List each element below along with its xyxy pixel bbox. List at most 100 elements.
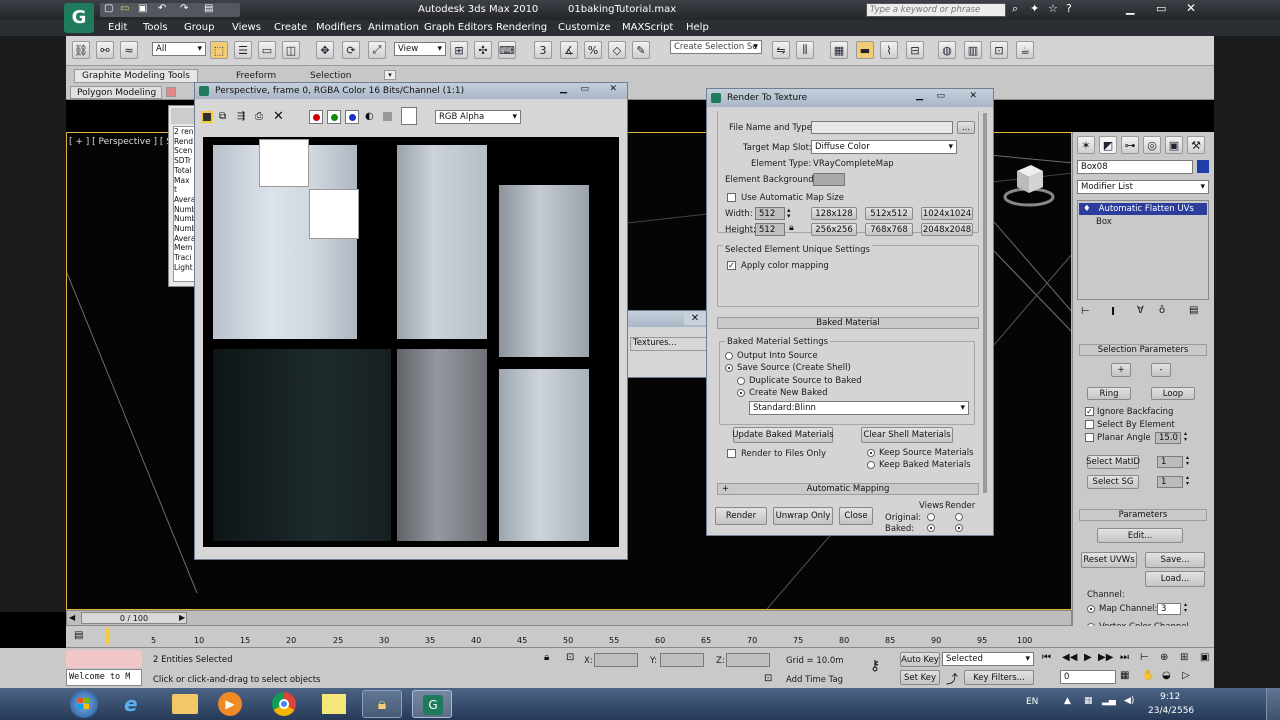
search-input[interactable]: Type a keyword or phrase bbox=[866, 3, 1006, 17]
maximize-icon[interactable]: ▭ bbox=[1156, 2, 1166, 15]
unlink-icon[interactable]: ⚯ bbox=[96, 41, 114, 59]
stack-item-automatic-flatten-uvs[interactable]: ♦ Automatic Flatten UVs bbox=[1079, 203, 1207, 215]
width-spinner-icon[interactable]: ▴ ▾ bbox=[787, 207, 791, 220]
maximize-icon[interactable]: ▭ bbox=[936, 91, 945, 101]
grow-selection-button[interactable]: + bbox=[1111, 363, 1131, 377]
viewcube[interactable] bbox=[1003, 159, 1055, 207]
new-file-icon[interactable]: ▢ bbox=[104, 3, 113, 14]
lock-icon[interactable]: 🔒︎ bbox=[789, 223, 794, 233]
remove-modifier-icon[interactable]: ô bbox=[1159, 305, 1165, 316]
go-to-start-icon[interactable]: ⏮ bbox=[1042, 652, 1051, 663]
size-128-button[interactable]: 128x128 bbox=[811, 207, 857, 220]
select-matid-button[interactable]: Select MatID bbox=[1086, 455, 1140, 469]
loop-button[interactable]: Loop bbox=[1151, 387, 1195, 400]
utilities-tab-icon[interactable]: ⚒ bbox=[1187, 136, 1205, 154]
communication-icon[interactable]: ☆ bbox=[1048, 2, 1058, 15]
bind-space-warp-icon[interactable]: ≈ bbox=[120, 41, 138, 59]
tab-selection[interactable]: Selection bbox=[310, 71, 351, 81]
spinner-snap-icon[interactable]: ◇ bbox=[608, 41, 626, 59]
display-tab-icon[interactable]: ▣ bbox=[1165, 136, 1183, 154]
original-views-radio[interactable] bbox=[927, 513, 935, 521]
size-1024-button[interactable]: 1024x1024 bbox=[921, 207, 973, 220]
size-2048-button[interactable]: 2048x2048 bbox=[921, 223, 973, 236]
menu-graph-editors[interactable]: Graph Editors bbox=[424, 22, 493, 33]
configure-sets-icon[interactable]: ▤ bbox=[1189, 305, 1198, 316]
default-in-out-icon[interactable]: ⤴ bbox=[946, 670, 958, 687]
curve-editor-icon[interactable]: ⌇ bbox=[880, 41, 898, 59]
pan-icon[interactable]: ✋ bbox=[1142, 670, 1154, 681]
absolute-mode-icon[interactable]: ⊡ bbox=[566, 652, 574, 663]
parameters-header[interactable]: Parameters bbox=[1079, 509, 1207, 521]
rtt-titlebar[interactable]: Render To Texture ▁ ▭ ✕ bbox=[707, 89, 993, 107]
ref-coord-dropdown[interactable]: View bbox=[394, 42, 446, 56]
textures-button[interactable]: Textures... bbox=[630, 337, 708, 351]
key-filters-button[interactable]: Key Filters... bbox=[964, 670, 1034, 685]
auto-key-button[interactable]: Auto Key bbox=[900, 652, 940, 667]
chrome-icon[interactable] bbox=[272, 692, 296, 716]
media-player-icon[interactable]: ▶ bbox=[218, 692, 242, 716]
z-coord-input[interactable] bbox=[726, 653, 770, 667]
tray-app-icon[interactable]: ▦ bbox=[1084, 696, 1093, 706]
menu-modifiers[interactable]: Modifiers bbox=[316, 22, 362, 33]
file-explorer-icon[interactable] bbox=[172, 694, 198, 714]
planar-angle-spinner-icon[interactable]: ▴ ▾ bbox=[1184, 431, 1187, 443]
automatic-mapping-rollout-header[interactable]: + Automatic Mapping bbox=[717, 483, 979, 495]
target-map-dropdown[interactable]: Diffuse Color bbox=[811, 140, 957, 154]
show-desktop-button[interactable] bbox=[1266, 688, 1280, 720]
close-icon[interactable]: ✕ bbox=[684, 313, 706, 325]
ribbon-options-icon[interactable]: ▾ bbox=[384, 70, 396, 80]
sg-spinner-icon[interactable]: ▴ ▾ bbox=[1186, 475, 1189, 487]
time-slider-thumb[interactable]: 0 / 100 bbox=[81, 612, 187, 624]
start-button[interactable] bbox=[70, 690, 98, 718]
unwrap-only-button[interactable]: Unwrap Only bbox=[773, 507, 833, 525]
schematic-view-icon[interactable]: ⊟ bbox=[906, 41, 924, 59]
height-input[interactable]: 512 bbox=[755, 223, 785, 236]
alpha-channel-icon[interactable]: ◐ bbox=[365, 111, 374, 122]
undo-icon[interactable]: ↶ bbox=[158, 3, 166, 14]
create-tab-icon[interactable]: ✶ bbox=[1077, 136, 1095, 154]
track-bar-toggle-icon[interactable]: ▤ bbox=[74, 630, 83, 641]
size-512-button[interactable]: 512x512 bbox=[865, 207, 913, 220]
select-link-icon[interactable]: ⛓ bbox=[72, 41, 90, 59]
manipulate-icon[interactable]: ✣ bbox=[474, 41, 492, 59]
blue-channel-icon[interactable] bbox=[345, 110, 359, 124]
window-crossing-icon[interactable]: ◫ bbox=[282, 41, 300, 59]
motion-tab-icon[interactable]: ◎ bbox=[1143, 136, 1161, 154]
quick-render-icon[interactable]: ☕ bbox=[1016, 41, 1034, 59]
maxscript-listener[interactable] bbox=[66, 650, 142, 668]
minimize-icon[interactable]: ▁ bbox=[916, 91, 923, 101]
input-language[interactable]: EN bbox=[1026, 697, 1038, 707]
named-selection-dropdown[interactable]: Create Selection Se bbox=[670, 40, 762, 54]
percent-snap-icon[interactable]: % bbox=[584, 41, 602, 59]
maximize-icon[interactable]: ▭ bbox=[580, 84, 589, 94]
key-selection-dropdown[interactable]: Selected bbox=[942, 652, 1034, 666]
save-button[interactable]: Save... bbox=[1145, 552, 1205, 568]
3ds-max-taskbar-icon[interactable]: G bbox=[412, 690, 452, 718]
menu-group[interactable]: Group bbox=[184, 22, 214, 33]
align-icon[interactable]: ⫼ bbox=[796, 41, 814, 59]
planar-angle-input[interactable]: 15.0 bbox=[1155, 432, 1181, 444]
selection-filter-dropdown[interactable]: All bbox=[152, 42, 206, 56]
selection-lock-icon[interactable]: 🔒︎ bbox=[544, 652, 549, 663]
help-icon[interactable]: ? bbox=[1066, 2, 1072, 15]
material-type-dropdown[interactable]: Standard:Blinn bbox=[749, 401, 969, 415]
tab-graphite-modeling-tools[interactable]: Graphite Modeling Tools bbox=[74, 69, 198, 83]
map-channel-spinner-icon[interactable]: ▴ ▾ bbox=[1184, 602, 1187, 614]
render-setup-icon[interactable]: ▥ bbox=[964, 41, 982, 59]
field-of-view-icon[interactable]: ▷ bbox=[1182, 670, 1190, 681]
go-to-end-icon[interactable]: ⏭ bbox=[1120, 652, 1129, 663]
time-config-icon[interactable]: ▦ bbox=[1120, 670, 1129, 681]
subscription-icon[interactable]: ✦ bbox=[1030, 2, 1039, 15]
selection-parameters-header[interactable]: Selection Parameters bbox=[1079, 344, 1207, 356]
original-render-radio[interactable] bbox=[955, 513, 963, 521]
monochrome-icon[interactable] bbox=[383, 112, 392, 121]
y-coord-input[interactable] bbox=[660, 653, 704, 667]
swatch-icon[interactable] bbox=[401, 107, 417, 125]
volume-icon[interactable]: ◀) bbox=[1124, 696, 1134, 706]
next-frame-icon[interactable]: ▶▶ bbox=[1098, 652, 1113, 663]
size-768-button[interactable]: 768x768 bbox=[865, 223, 913, 236]
make-unique-icon[interactable]: ∀ bbox=[1137, 305, 1144, 316]
menu-tools[interactable]: Tools bbox=[143, 22, 168, 33]
save-source-radio[interactable] bbox=[725, 364, 733, 372]
app-logo-icon[interactable]: G bbox=[64, 3, 94, 33]
